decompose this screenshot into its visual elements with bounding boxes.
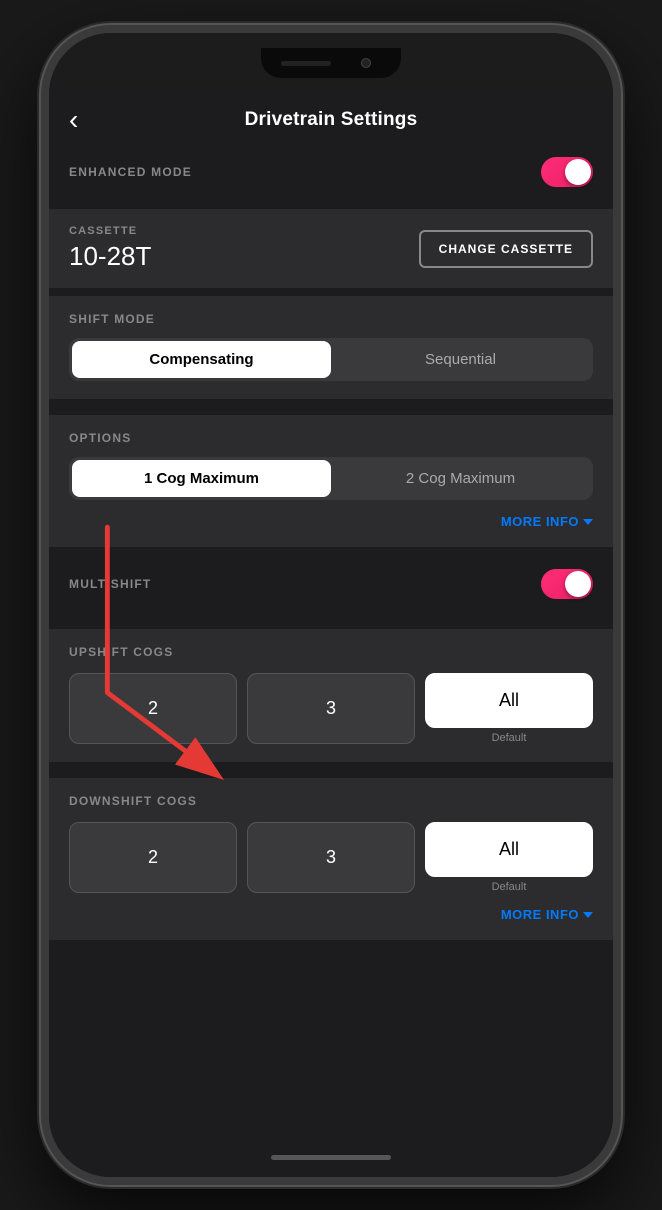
cassette-label: CASSETTE: [69, 225, 151, 237]
cassette-row: CASSETTE 10-28T CHANGE CASSETTE: [49, 209, 613, 288]
shift-mode-sequential[interactable]: Sequential: [331, 341, 590, 378]
enhanced-mode-row: ENHANCED MODE: [49, 143, 613, 201]
options-segment: 1 Cog Maximum 2 Cog Maximum: [69, 457, 593, 500]
upshift-3-wrap: 3: [247, 673, 415, 744]
phone-outer: ‹ Drivetrain Settings ENHANCED MODE CASS…: [0, 0, 662, 1210]
upshift-label: UPSHIFT COGS: [69, 645, 173, 659]
upshift-3-button[interactable]: 3: [247, 673, 415, 744]
options-section: OPTIONS 1 Cog Maximum 2 Cog Maximum MORE…: [49, 415, 613, 547]
shift-mode-label: SHIFT MODE: [69, 312, 155, 326]
options-more-info-label: MORE INFO: [501, 514, 579, 529]
upshift-buttons: 2 3 All Default: [69, 673, 593, 744]
shift-mode-segment: Compensating Sequential: [69, 338, 593, 381]
page-title: Drivetrain Settings: [245, 109, 418, 131]
upshift-section: UPSHIFT COGS 2 3 All Default: [49, 629, 613, 762]
option-1cog[interactable]: 1 Cog Maximum: [72, 460, 331, 497]
downshift-more-info-button[interactable]: MORE INFO: [501, 907, 593, 922]
phone-top: [49, 33, 613, 93]
speaker: [281, 61, 331, 66]
downshift-buttons: 2 3 All Default: [69, 822, 593, 893]
notch: [261, 48, 401, 78]
multishift-toggle-knob: [565, 571, 591, 597]
upshift-2-button[interactable]: 2: [69, 673, 237, 744]
shift-mode-compensating[interactable]: Compensating: [72, 341, 331, 378]
downshift-more-info-row: MORE INFO: [69, 907, 593, 922]
multishift-label: MULTISHIFT: [69, 577, 151, 591]
options-more-info-row: MORE INFO: [69, 514, 593, 529]
downshift-2-button[interactable]: 2: [69, 822, 237, 893]
content: ENHANCED MODE CASSETTE 10-28T CHANGE CAS…: [49, 143, 613, 1137]
downshift-3-button[interactable]: 3: [247, 822, 415, 893]
toggle-knob: [565, 159, 591, 185]
option-2cog[interactable]: 2 Cog Maximum: [331, 460, 590, 497]
downshift-default-label: Default: [492, 881, 527, 893]
multishift-row: MULTISHIFT: [49, 555, 613, 613]
downshift-more-info-label: MORE INFO: [501, 907, 579, 922]
downshift-section: DOWNSHIFT COGS 2 3 All Default: [49, 778, 613, 940]
downshift-label: DOWNSHIFT COGS: [69, 794, 197, 808]
options-more-info-button[interactable]: MORE INFO: [501, 514, 593, 529]
downshift-2-wrap: 2: [69, 822, 237, 893]
downshift-all-wrap: All Default: [425, 822, 593, 893]
phone-frame: ‹ Drivetrain Settings ENHANCED MODE CASS…: [41, 25, 621, 1185]
screen: ‹ Drivetrain Settings ENHANCED MODE CASS…: [49, 93, 613, 1177]
downshift-3-wrap: 3: [247, 822, 415, 893]
cassette-info: CASSETTE 10-28T: [69, 225, 151, 272]
enhanced-mode-label: ENHANCED MODE: [69, 165, 192, 179]
upshift-default-label: Default: [492, 732, 527, 744]
back-button[interactable]: ‹: [69, 106, 78, 134]
downshift-all-button[interactable]: All: [425, 822, 593, 877]
upshift-all-button[interactable]: All: [425, 673, 593, 728]
header: ‹ Drivetrain Settings: [49, 93, 613, 143]
multishift-toggle[interactable]: [541, 569, 593, 599]
home-indicator: [49, 1137, 613, 1177]
enhanced-mode-toggle[interactable]: [541, 157, 593, 187]
upshift-all-wrap: All Default: [425, 673, 593, 744]
downshift-more-info-chevron-icon: [583, 912, 593, 918]
home-bar: [271, 1155, 391, 1160]
options-label: OPTIONS: [69, 431, 131, 445]
options-more-info-chevron-icon: [583, 519, 593, 525]
shift-mode-section: SHIFT MODE Compensating Sequential: [49, 296, 613, 399]
camera-dot: [361, 58, 371, 68]
change-cassette-button[interactable]: CHANGE CASSETTE: [419, 230, 593, 268]
upshift-2-wrap: 2: [69, 673, 237, 744]
cassette-value: 10-28T: [69, 241, 151, 272]
